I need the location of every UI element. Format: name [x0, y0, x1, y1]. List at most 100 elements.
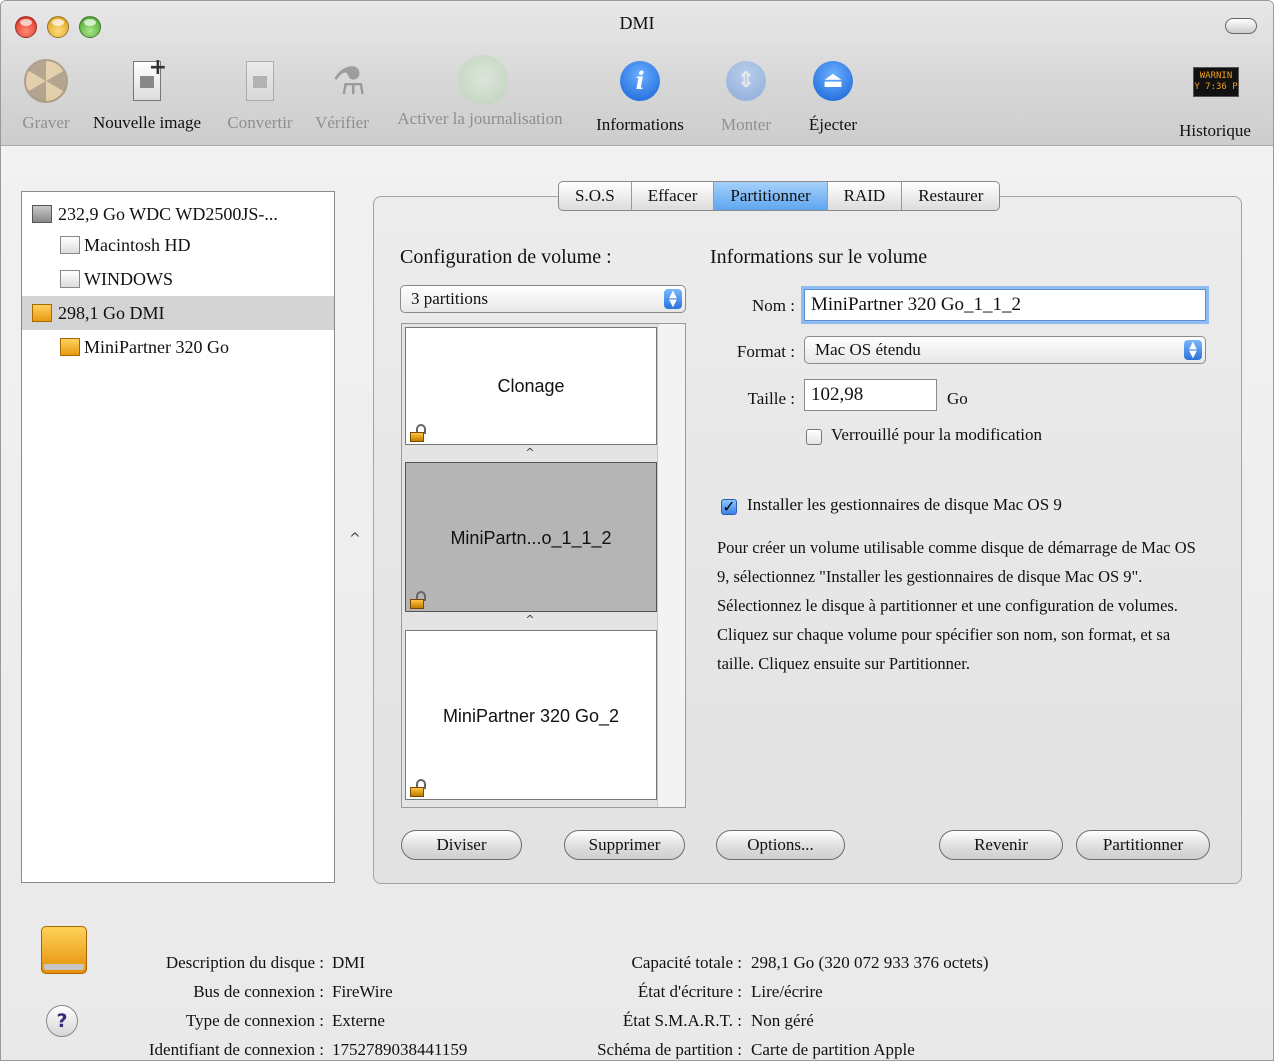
journaling-icon	[458, 55, 508, 105]
toolbar-label: Monter	[720, 115, 772, 134]
connection-type-value: Externe	[332, 1011, 385, 1030]
tab-restore[interactable]: Restaurer	[902, 182, 999, 210]
disk-description-label: Description du disque :	[165, 953, 324, 972]
help-button[interactable]: ?	[46, 1005, 78, 1037]
toolbar-verify-button[interactable]: ⚗ Vérifier	[313, 59, 371, 133]
layout-scrollbar[interactable]	[657, 324, 685, 807]
write-status-label: État d'écriture :	[637, 982, 742, 1001]
partition-layout: Clonage ^ MiniPartn...o_1_1_2 ^ MiniPart…	[401, 323, 686, 808]
sidebar-item-label: Macintosh HD	[84, 235, 191, 255]
locked-checkbox[interactable]	[806, 429, 822, 445]
install-os9-drivers-label: Installer les gestionnaires de disque Ma…	[747, 495, 1062, 514]
toolbar-label: Graver	[22, 113, 70, 132]
external-disk-icon	[60, 338, 80, 356]
partition-scheme-label: Schéma de partition :	[597, 1040, 742, 1059]
toolbar-journaling-button[interactable]: Activer la journalisation	[387, 55, 573, 129]
partition-help-text: Pour créer un volume utilisable comme di…	[717, 533, 1207, 678]
options-button[interactable]: Options...	[716, 830, 845, 860]
disk-description-value: DMI	[332, 953, 366, 972]
eject-icon: ⏏	[813, 61, 853, 101]
toolbar-label: Informations	[596, 115, 684, 134]
toolbar-label: Activer la journalisation	[397, 109, 563, 128]
toolbar-new-image-button[interactable]: + Nouvelle image	[87, 55, 207, 133]
connection-id-label: Identifiant de connexion :	[148, 1040, 324, 1059]
new-image-icon: +	[125, 55, 169, 103]
splitter-handle[interactable]: ^	[349, 531, 361, 547]
unlock-icon	[410, 591, 426, 609]
sidebar-item-label: MiniPartner 320 Go	[84, 337, 229, 357]
toolbar-burn-button[interactable]: Graver	[17, 59, 75, 133]
volume-size-field[interactable]: 102,98	[804, 379, 937, 411]
sidebar-item-label: 232,9 Go WDC WD2500JS-...	[58, 204, 278, 224]
partition-name: MiniPartner 320 Go_2	[442, 706, 620, 726]
popup-arrows-icon: ▲ ▼	[1184, 340, 1202, 360]
toolbar-label: Historique	[1179, 121, 1251, 140]
partition-block-clonage[interactable]: Clonage	[405, 327, 657, 445]
volume-icon	[60, 236, 80, 254]
toolbar-label: Convertir	[227, 113, 293, 132]
smart-status-value: Non géré	[751, 1011, 814, 1030]
log-icon-text: Y 7:36 P	[1194, 82, 1238, 92]
burn-icon	[24, 59, 68, 103]
size-unit: Go	[947, 389, 968, 408]
sidebar-item-macintosh-hd[interactable]: Macintosh HD	[22, 228, 334, 262]
window-title: DMI	[619, 13, 655, 33]
sidebar-item-dmi[interactable]: 298,1 Go DMI	[22, 296, 334, 330]
install-os9-drivers-checkbox[interactable]: ✓	[721, 499, 737, 515]
info-icon: i	[620, 61, 660, 101]
partition-button[interactable]: Partitionner	[1076, 830, 1210, 860]
volume-icon	[60, 270, 80, 288]
sidebar-item-label: WINDOWS	[84, 269, 173, 289]
convert-icon	[238, 59, 282, 103]
tab-first-aid[interactable]: S.O.S	[559, 182, 632, 210]
disk-list[interactable]: 232,9 Go WDC WD2500JS-... Macintosh HD W…	[21, 191, 335, 883]
microscope-icon: ⚗	[332, 59, 367, 103]
tab-raid[interactable]: RAID	[828, 182, 903, 210]
write-status-value: Lire/écrire	[751, 982, 823, 1001]
volume-format-popup[interactable]: Mac OS étendu ▲ ▼	[804, 336, 1206, 364]
tab-partition[interactable]: Partitionner	[714, 182, 828, 210]
toolbar-convert-button[interactable]: Convertir	[221, 59, 299, 133]
split-button[interactable]: Diviser	[401, 830, 522, 860]
toolbar-log-button[interactable]: WARNIN Y 7:36 P Historique	[1169, 59, 1261, 141]
unlock-icon	[410, 779, 426, 797]
sidebar-item-wdc-disk[interactable]: 232,9 Go WDC WD2500JS-...	[22, 197, 334, 231]
delete-button[interactable]: Supprimer	[564, 830, 685, 860]
revert-button[interactable]: Revenir	[939, 830, 1063, 860]
external-disk-icon	[32, 304, 52, 322]
connection-id-value: 1752789038441159	[332, 1040, 468, 1059]
sidebar-item-label: 298,1 Go DMI	[58, 303, 165, 323]
popup-arrows-icon: ▲ ▼	[664, 289, 682, 309]
app-window: DMI Graver + Nouvelle image Convertir ⚗ …	[0, 0, 1274, 1061]
sidebar-item-minipartner[interactable]: MiniPartner 320 Go	[22, 330, 334, 364]
partition-block-minipartn-1-1-2[interactable]: MiniPartn...o_1_1_2	[405, 462, 657, 612]
partition-resize-handle[interactable]: ^	[402, 613, 658, 626]
toolbar-eject-button[interactable]: ⏏ Éjecter	[801, 59, 865, 135]
toolbar-label: Nouvelle image	[92, 113, 202, 132]
locked-label: Verrouillé pour la modification	[831, 425, 1043, 444]
connection-bus-label: Bus de connexion :	[193, 982, 324, 1001]
hard-disk-icon	[32, 205, 52, 223]
external-disk-icon	[41, 926, 87, 974]
unlock-icon	[410, 424, 426, 442]
partition-name: MiniPartn...o_1_1_2	[450, 528, 612, 548]
toolbar-label: Vérifier	[315, 113, 369, 132]
partition-resize-handle[interactable]: ^	[402, 446, 658, 459]
partition-name: Clonage	[497, 376, 565, 396]
tab-erase[interactable]: Effacer	[632, 182, 715, 210]
log-icon-text: WARNIN	[1199, 71, 1233, 81]
partition-scheme-value: Carte de partition Apple	[751, 1040, 915, 1059]
volume-scheme-value: 3 partitions	[411, 289, 488, 308]
connection-type-label: Type de connexion :	[185, 1011, 324, 1030]
toolbar-toggle-button[interactable]	[1225, 18, 1257, 34]
toolbar-info-button[interactable]: i Informations	[588, 59, 692, 135]
smart-status-label: État S.M.A.R.T. :	[622, 1011, 742, 1030]
volume-scheme-popup[interactable]: 3 partitions ▲ ▼	[400, 285, 686, 313]
volume-name-field[interactable]: MiniPartner 320 Go_1_1_2	[804, 289, 1206, 321]
tab-bar: S.O.S Effacer Partitionner RAID Restaure…	[558, 181, 1001, 211]
partition-block-minipartner-2[interactable]: MiniPartner 320 Go_2	[405, 630, 657, 800]
sidebar-item-windows[interactable]: WINDOWS	[22, 262, 334, 296]
toolbar-mount-button[interactable]: ⇕ Monter	[713, 59, 779, 135]
size-label: Taille :	[747, 389, 795, 408]
help-paragraph-2: Sélectionnez le disque à partitionner et…	[717, 596, 1178, 673]
